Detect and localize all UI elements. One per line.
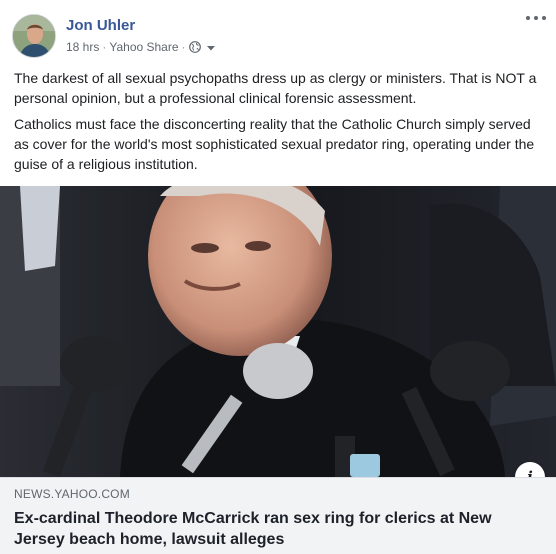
post-meta: 18 hrs · Yahoo Share · <box>66 40 216 54</box>
more-dot <box>534 16 538 20</box>
meta-separator-2: · <box>181 40 186 54</box>
avatar-photo <box>13 15 55 57</box>
post-paragraph: The darkest of all sexual psychopaths dr… <box>14 70 537 106</box>
press-conference-photo <box>0 186 556 477</box>
facebook-post: Jon Uhler 18 hrs · Yahoo Share · The dar… <box>0 0 556 554</box>
link-preview-image[interactable] <box>0 186 556 477</box>
post-header: Jon Uhler 18 hrs · Yahoo Share · <box>0 0 556 64</box>
link-title[interactable]: Ex-cardinal Theodore McCarrick ran sex r… <box>14 508 542 550</box>
post-source[interactable]: Yahoo Share <box>109 40 178 54</box>
globe-icon[interactable] <box>188 41 201 53</box>
post-body: The darkest of all sexual psychopaths dr… <box>14 68 544 180</box>
audience-caret-icon[interactable] <box>206 42 216 52</box>
more-dot <box>526 16 530 20</box>
link-domain: NEWS.YAHOO.COM <box>14 487 130 501</box>
author-avatar[interactable] <box>12 14 56 58</box>
post-paragraph: Catholics must face the disconcerting re… <box>14 116 535 172</box>
post-timestamp[interactable]: 18 hrs <box>66 40 99 54</box>
author-name[interactable]: Jon Uhler <box>66 17 135 34</box>
more-options-icon[interactable] <box>526 12 546 24</box>
more-dot <box>542 16 546 20</box>
link-preview-caption[interactable]: NEWS.YAHOO.COM Ex-cardinal Theodore McCa… <box>0 477 556 554</box>
meta-separator: · <box>102 40 107 54</box>
